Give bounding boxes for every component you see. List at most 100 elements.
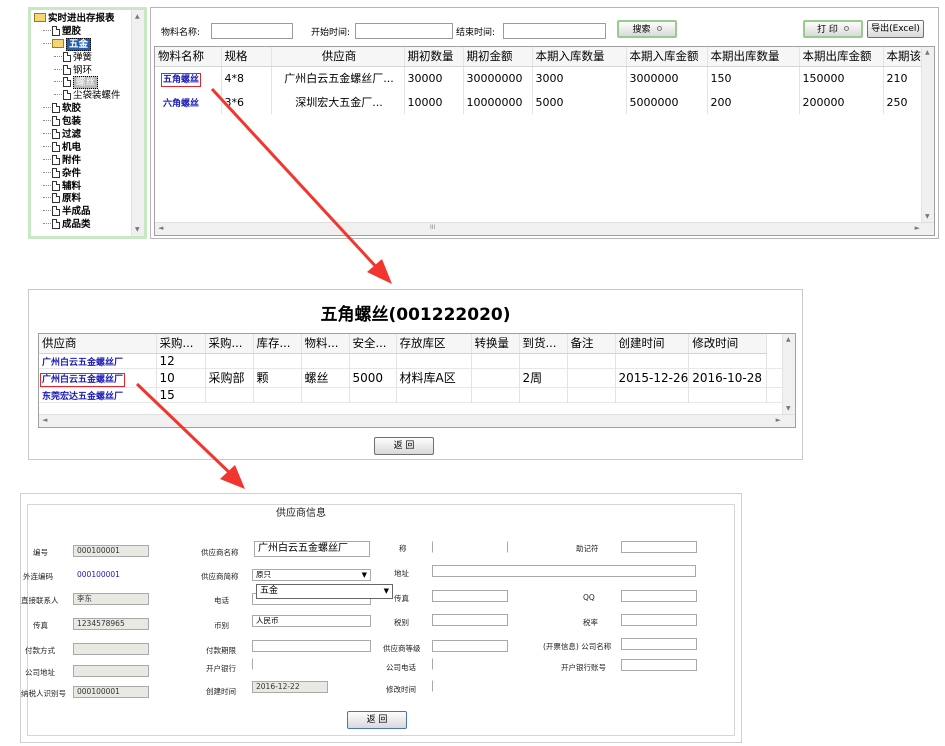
tree-item[interactable]: 包装: [34, 116, 131, 129]
column-header[interactable]: 供应商: [271, 47, 405, 67]
column-header[interactable]: 修改时间: [688, 334, 768, 354]
taxpayer-id-field[interactable]: 000100001: [73, 686, 149, 698]
material-link[interactable]: 五角螺丝: [160, 72, 202, 87]
table-row[interactable]: 六角螺丝 3*6 深圳宏大五金厂... 10000 10000000 5000 500000…: [155, 90, 924, 114]
tree-item[interactable]: 半成品: [34, 206, 131, 219]
company-address-field[interactable]: [73, 665, 149, 677]
scroll-up-icon[interactable]: ▲: [925, 49, 930, 56]
column-header[interactable]: 采购...: [205, 334, 254, 354]
column-header[interactable]: 库存...: [253, 334, 302, 354]
column-header[interactable]: 存放库区: [396, 334, 472, 354]
column-header[interactable]: 转换量: [471, 334, 520, 354]
scroll-thumb[interactable]: III: [430, 224, 435, 231]
qq-field[interactable]: [621, 590, 697, 602]
grid-vertical-scrollbar[interactable]: ▲ ▼: [921, 47, 934, 222]
detail-back-button[interactable]: 返 回: [374, 437, 434, 455]
tree-item[interactable]: 螺丝: [34, 76, 131, 90]
supplier-back-button[interactable]: 返 回: [347, 711, 407, 729]
grid-horizontal-scrollbar[interactable]: ◄ ►: [39, 414, 795, 427]
supplier-level-field[interactable]: [432, 640, 508, 652]
tree-item[interactable]: 辅料: [34, 180, 131, 194]
column-header[interactable]: 本期出库金额: [799, 47, 884, 67]
supplier-short-select[interactable]: 原只 ▼: [252, 569, 371, 581]
tree-item[interactable]: 塑胶: [34, 25, 131, 39]
scroll-down-icon[interactable]: ▼: [135, 226, 140, 233]
column-header[interactable]: 到货...: [519, 334, 568, 354]
bank-field[interactable]: [252, 658, 371, 670]
payment-term-field[interactable]: [252, 640, 371, 652]
tax-rate-field[interactable]: [621, 614, 697, 626]
contact-field[interactable]: 李东: [73, 593, 149, 605]
table-row[interactable]: 广州白云五金螺丝厂 10 采购部颗 螺丝 5000 材料库A区 2周 2015-12-26 20…: [39, 368, 786, 387]
invoice-company-field[interactable]: [621, 638, 697, 650]
tree-item[interactable]: 五金: [34, 37, 131, 52]
column-header[interactable]: 本期出库数量: [707, 47, 800, 67]
export-excel-button[interactable]: 导出(Excel): [867, 20, 924, 38]
column-header[interactable]: 本期入库数量: [532, 47, 627, 67]
table-row[interactable]: 东莞宏达五金螺丝厂 15: [39, 387, 786, 402]
fax2-field[interactable]: [432, 590, 508, 602]
tree-item[interactable]: 软胶: [34, 103, 131, 116]
start-time-input[interactable]: [355, 23, 453, 39]
tree-item[interactable]: 机电: [34, 141, 131, 155]
tree-item[interactable]: 弹簧: [34, 51, 131, 65]
column-header[interactable]: 规格: [221, 47, 272, 67]
modified-time-field[interactable]: [432, 680, 508, 692]
address-field[interactable]: [432, 565, 696, 577]
scroll-up-icon[interactable]: ▲: [135, 13, 140, 20]
supplier-link[interactable]: 东莞宏达五金螺丝厂: [42, 392, 123, 402]
scroll-left-icon[interactable]: ◄: [42, 416, 47, 424]
fax-field[interactable]: 1234578965: [73, 618, 149, 630]
chevron-down-icon[interactable]: ▼: [384, 585, 389, 598]
grid-horizontal-scrollbar[interactable]: ◄ III ►: [155, 222, 934, 235]
scroll-up-icon[interactable]: ▲: [786, 336, 791, 343]
end-time-input[interactable]: [503, 23, 606, 39]
column-header[interactable]: 期初金额: [463, 47, 533, 67]
scroll-right-icon[interactable]: ►: [915, 224, 920, 232]
material-name-input[interactable]: [211, 23, 293, 39]
payment-method-field[interactable]: [73, 643, 149, 655]
column-header[interactable]: 物料...: [301, 334, 350, 354]
tree-vertical-scrollbar[interactable]: ▲ ▼: [131, 10, 144, 236]
currency-field[interactable]: 人民币: [252, 615, 371, 627]
table-row[interactable]: 广州白云五金螺丝厂 12: [39, 353, 786, 368]
mnemonic-field[interactable]: [621, 541, 697, 553]
material-link[interactable]: 六角螺丝: [163, 99, 199, 109]
tree-item[interactable]: 杂件: [34, 167, 131, 181]
tree-item[interactable]: 附件: [34, 154, 131, 168]
code-field[interactable]: 000100001: [73, 545, 149, 557]
tree-item[interactable]: 尘袋装螺件: [34, 90, 131, 103]
created-time-field[interactable]: 2016-12-22: [252, 681, 328, 693]
column-header[interactable]: 供应商: [39, 334, 157, 354]
tree-root[interactable]: 实时进出存报表: [34, 13, 131, 26]
search-button[interactable]: 搜索: [617, 20, 677, 38]
column-header[interactable]: 创建时间: [615, 334, 690, 354]
column-header[interactable]: 本期该: [883, 47, 924, 67]
print-button[interactable]: 打 印: [803, 20, 863, 38]
tax-type-field[interactable]: [432, 614, 508, 626]
tree-item[interactable]: 原料: [34, 193, 131, 206]
scroll-down-icon[interactable]: ▼: [925, 213, 930, 220]
column-header[interactable]: 期初数量: [404, 47, 464, 67]
supplier-link[interactable]: 广州白云五金螺丝厂: [42, 358, 123, 368]
scroll-left-icon[interactable]: ◄: [158, 224, 163, 232]
table-row[interactable]: 五角螺丝 4*8 广州白云五金螺丝厂... 30000 30000000 3000 3000…: [155, 66, 924, 90]
supplier-link[interactable]: 广州白云五金螺丝厂: [39, 372, 126, 387]
chevron-down-icon[interactable]: ▼: [362, 570, 367, 580]
scroll-right-icon[interactable]: ►: [776, 416, 781, 424]
column-header[interactable]: 采购...: [156, 334, 206, 354]
grid-vertical-scrollbar[interactable]: ▲ ▼: [782, 334, 795, 414]
nick-field[interactable]: [432, 541, 508, 553]
bank-account-field[interactable]: [621, 659, 697, 671]
column-header[interactable]: 安全...: [349, 334, 397, 354]
company-phone-field[interactable]: [432, 658, 508, 670]
tree-item[interactable]: 成品类: [34, 219, 131, 232]
column-header[interactable]: 物料名称: [155, 47, 222, 67]
ext-code-field[interactable]: 000100001: [73, 569, 149, 581]
column-header[interactable]: 本期入库金额: [626, 47, 708, 67]
tree-item[interactable]: 过滤: [34, 129, 131, 142]
supplier-name-field[interactable]: 广州白云五金螺丝厂: [254, 541, 370, 557]
scroll-down-icon[interactable]: ▼: [786, 405, 791, 412]
category-dropdown[interactable]: 五金 ▼: [256, 584, 393, 599]
column-header[interactable]: 备注: [567, 334, 616, 354]
